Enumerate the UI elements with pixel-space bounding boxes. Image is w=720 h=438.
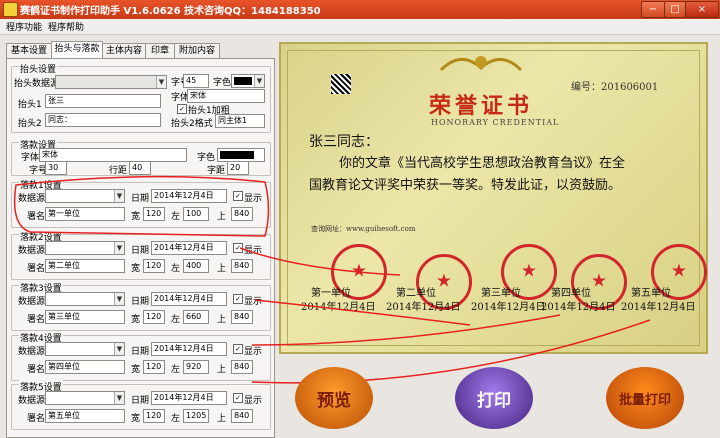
preview-button[interactable]: 预览 [295, 367, 373, 429]
batch-print-button[interactable]: 批量打印 [606, 367, 684, 429]
print-button[interactable]: 打印 [455, 367, 533, 429]
annotation-overlay [13, 175, 651, 384]
